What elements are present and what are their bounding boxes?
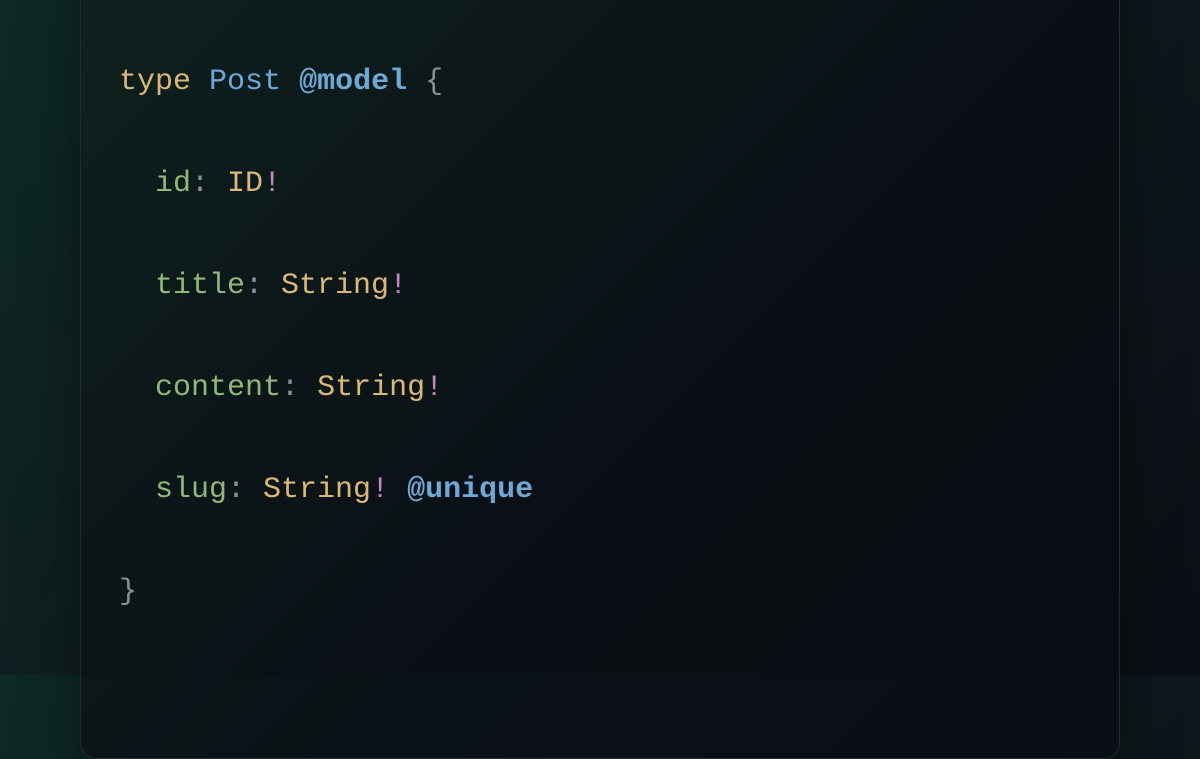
directive-model: @model [299, 65, 407, 99]
code-line-3: title: String! [119, 261, 1081, 312]
open-brace: { [425, 65, 443, 99]
field-title: title [155, 269, 245, 303]
bang: ! [371, 473, 389, 507]
bang: ! [389, 269, 407, 303]
code-line-5: slug: String! @unique [119, 465, 1081, 516]
code-line-2: id: ID! [119, 159, 1081, 210]
code-window: type Post @model { id: ID! title: String… [80, 0, 1120, 759]
bang: ! [263, 167, 281, 201]
type-string: String [263, 473, 371, 507]
type-string: String [281, 269, 389, 303]
close-brace: } [119, 575, 137, 609]
colon: : [227, 473, 245, 507]
code-line-4: content: String! [119, 363, 1081, 414]
colon: : [281, 371, 299, 405]
field-slug: slug [155, 473, 227, 507]
code-line-6: } [119, 567, 1081, 618]
keyword-type: type [119, 65, 191, 99]
type-name: Post [209, 65, 281, 99]
directive-unique: @unique [407, 473, 533, 507]
type-id: ID [227, 167, 263, 201]
code-block: type Post @model { id: ID! title: String… [119, 6, 1081, 720]
colon: : [191, 167, 209, 201]
code-line-1: type Post @model { [119, 57, 1081, 108]
colon: : [245, 269, 263, 303]
bang: ! [425, 371, 443, 405]
field-content: content [155, 371, 281, 405]
field-id: id [155, 167, 191, 201]
type-string: String [317, 371, 425, 405]
